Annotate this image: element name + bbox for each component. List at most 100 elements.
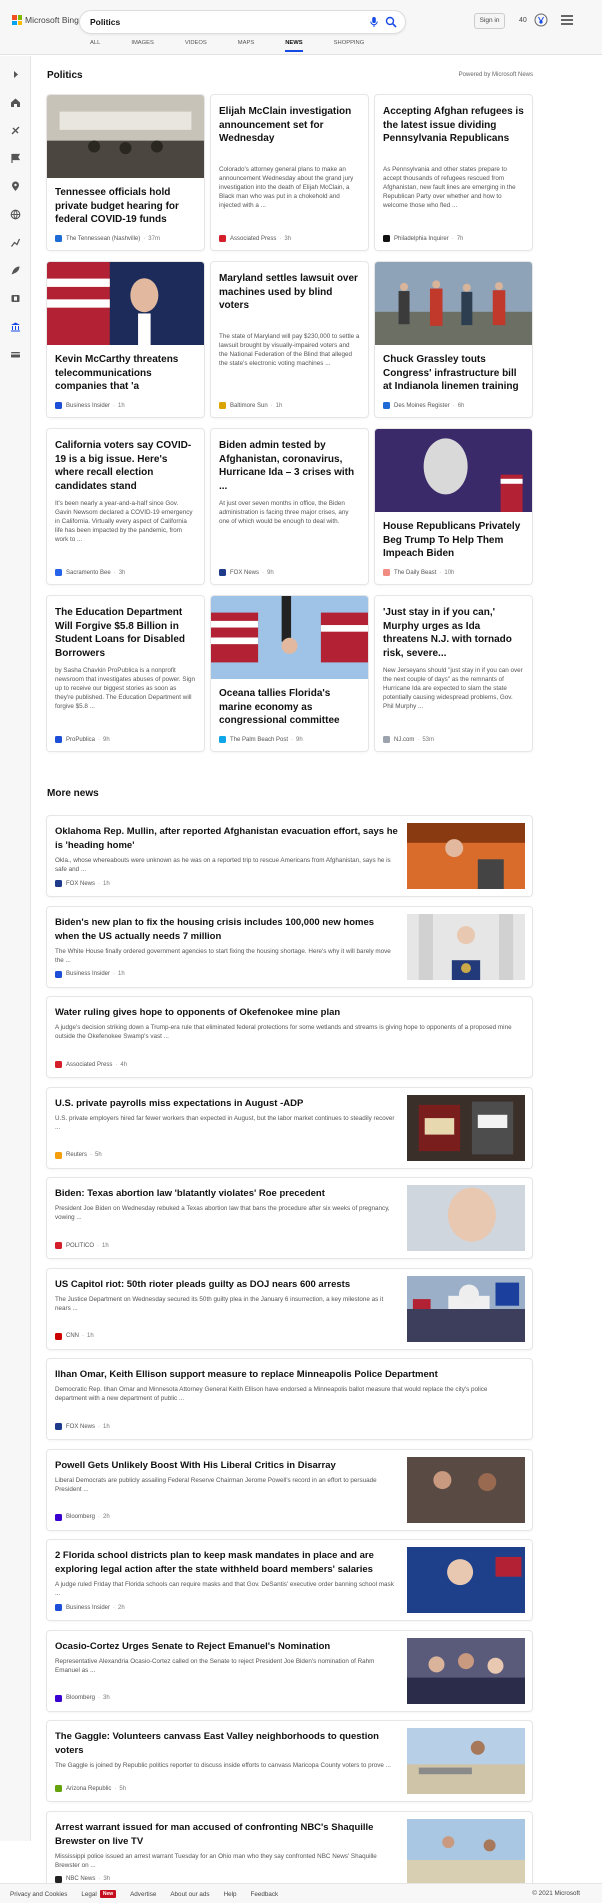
source-name[interactable]: Baltimore Sun bbox=[230, 403, 268, 409]
news-thumbnail[interactable] bbox=[407, 1728, 525, 1794]
headline[interactable]: Accepting Afghan refugees is the latest … bbox=[383, 105, 524, 146]
source-name[interactable]: Arizona Republic bbox=[66, 1786, 111, 1792]
news-thumbnail[interactable] bbox=[407, 1094, 525, 1161]
news-thumbnail[interactable] bbox=[407, 1818, 525, 1885]
rocket-icon[interactable] bbox=[10, 265, 21, 276]
news-thumbnail[interactable] bbox=[407, 913, 525, 980]
news-thumbnail[interactable] bbox=[375, 262, 532, 345]
source-name[interactable]: Reuters bbox=[66, 1152, 87, 1158]
news-thumbnail[interactable] bbox=[211, 596, 368, 679]
headline[interactable]: Kevin McCarthy threatens telecommunicati… bbox=[55, 353, 196, 394]
search-box[interactable]: Politics bbox=[80, 11, 405, 33]
tab-all[interactable]: ALL bbox=[90, 40, 100, 52]
news-card[interactable]: Tennessee officials hold private budget … bbox=[47, 95, 204, 250]
more-news-item[interactable]: Biden: Texas abortion law 'blatantly vio… bbox=[47, 1178, 532, 1258]
headline[interactable]: Arrest warrant issued for man accused of… bbox=[55, 1821, 400, 1849]
headline[interactable]: California voters say COVID-19 is a big … bbox=[55, 439, 196, 493]
news-card[interactable]: Maryland settles lawsuit over machines u… bbox=[211, 262, 368, 417]
flag-icon[interactable] bbox=[10, 153, 21, 164]
news-card[interactable]: House Republicans Privately Beg Trump To… bbox=[375, 429, 532, 584]
news-card[interactable]: Oceana tallies Florida's marine economy … bbox=[211, 596, 368, 751]
microphone-icon[interactable] bbox=[368, 16, 380, 28]
politics-capitol-icon[interactable] bbox=[10, 321, 21, 332]
source-name[interactable]: Business Insider bbox=[66, 1605, 110, 1611]
source-name[interactable]: Associated Press bbox=[66, 1062, 112, 1068]
source-name[interactable]: The Tennessean (Nashville) bbox=[66, 236, 140, 242]
news-thumbnail[interactable] bbox=[407, 1185, 525, 1251]
money-icon[interactable] bbox=[10, 349, 21, 360]
source-name[interactable]: Business Insider bbox=[66, 971, 110, 977]
tab-news[interactable]: NEWS bbox=[285, 40, 303, 52]
news-card[interactable]: Accepting Afghan refugees is the latest … bbox=[375, 95, 532, 250]
more-news-item[interactable]: 2 Florida school districts plan to keep … bbox=[47, 1540, 532, 1620]
news-card[interactable]: Chuck Grassley touts Congress' infrastru… bbox=[375, 262, 532, 417]
search-icon[interactable] bbox=[385, 16, 397, 28]
headline[interactable]: Maryland settles lawsuit over machines u… bbox=[219, 272, 360, 313]
more-news-item[interactable]: U.S. private payrolls miss expectations … bbox=[47, 1087, 532, 1168]
source-name[interactable]: NBC News bbox=[66, 1876, 95, 1882]
source-name[interactable]: POLITICO bbox=[66, 1243, 94, 1249]
news-card[interactable]: The Education Department Will Forgive $5… bbox=[47, 596, 204, 751]
rewards-medal-icon[interactable] bbox=[534, 13, 548, 27]
location-pin-icon[interactable] bbox=[10, 181, 21, 192]
more-news-item[interactable]: US Capitol riot: 50th rioter pleads guil… bbox=[47, 1268, 532, 1349]
news-thumbnail[interactable] bbox=[47, 262, 204, 345]
headline[interactable]: Ocasio-Cortez Urges Senate to Reject Ema… bbox=[55, 1640, 400, 1654]
headline[interactable]: US Capitol riot: 50th rioter pleads guil… bbox=[55, 1278, 400, 1292]
expand-chevron-icon[interactable] bbox=[10, 69, 21, 80]
source-name[interactable]: ProPublica bbox=[66, 737, 95, 743]
source-name[interactable]: Des Moines Register bbox=[394, 403, 450, 409]
source-name[interactable]: Philadelphia Inquirer bbox=[394, 236, 449, 242]
more-news-item[interactable]: Water ruling gives hope to opponents of … bbox=[47, 997, 532, 1077]
news-card[interactable]: California voters say COVID-19 is a big … bbox=[47, 429, 204, 584]
more-news-item[interactable]: Powell Gets Unlikely Boost With His Libe… bbox=[47, 1449, 532, 1530]
headline[interactable]: 2 Florida school districts plan to keep … bbox=[55, 1549, 400, 1577]
source-name[interactable]: FOX News bbox=[66, 1424, 95, 1430]
news-thumbnail[interactable] bbox=[407, 1275, 525, 1342]
rewards-points[interactable]: 40 bbox=[519, 17, 527, 24]
headline[interactable]: Oklahoma Rep. Mullin, after reported Afg… bbox=[55, 825, 400, 853]
source-name[interactable]: NJ.com bbox=[394, 737, 414, 743]
news-thumbnail[interactable] bbox=[407, 1637, 525, 1704]
search-input[interactable]: Politics bbox=[90, 17, 120, 27]
more-news-item[interactable]: The Gaggle: Volunteers canvass East Vall… bbox=[47, 1721, 532, 1801]
news-thumbnail[interactable] bbox=[407, 1547, 525, 1613]
footer-link-help[interactable]: Help bbox=[224, 1890, 237, 1898]
sign-in-button[interactable]: Sign in bbox=[474, 13, 505, 29]
headline[interactable]: Biden admin tested by Afghanistan, coron… bbox=[219, 439, 360, 493]
tab-shopping[interactable]: SHOPPING bbox=[334, 40, 365, 52]
more-news-item[interactable]: Ilhan Omar, Keith Ellison support measur… bbox=[47, 1359, 532, 1439]
tab-videos[interactable]: VIDEOS bbox=[185, 40, 207, 52]
tab-images[interactable]: IMAGES bbox=[131, 40, 154, 52]
headline[interactable]: Elijah McClain investigation announcemen… bbox=[219, 105, 360, 146]
headline[interactable]: Water ruling gives hope to opponents of … bbox=[55, 1006, 515, 1020]
source-name[interactable]: CNN bbox=[66, 1333, 79, 1339]
headline[interactable]: Ilhan Omar, Keith Ellison support measur… bbox=[55, 1368, 515, 1382]
source-name[interactable]: Bloomberg bbox=[66, 1695, 95, 1701]
source-name[interactable]: Bloomberg bbox=[66, 1514, 95, 1520]
headline[interactable]: Oceana tallies Florida's marine economy … bbox=[219, 687, 360, 728]
source-name[interactable]: Associated Press bbox=[230, 236, 276, 242]
footer-link-feedback[interactable]: Feedback bbox=[251, 1890, 279, 1898]
news-card[interactable]: Elijah McClain investigation announcemen… bbox=[211, 95, 368, 250]
bing-logo[interactable]: Microsoft Bing bbox=[12, 15, 79, 25]
source-name[interactable]: FOX News bbox=[230, 570, 259, 576]
source-name[interactable]: The Daily Beast bbox=[394, 570, 436, 576]
headline[interactable]: The Education Department Will Forgive $5… bbox=[55, 606, 196, 660]
news-thumbnail[interactable] bbox=[407, 1456, 525, 1523]
footer-link-legal[interactable]: Legal New bbox=[81, 1890, 117, 1898]
footer-link-about-our-ads[interactable]: About our ads bbox=[170, 1890, 209, 1898]
headline[interactable]: House Republicans Privately Beg Trump To… bbox=[383, 520, 524, 561]
news-thumbnail[interactable] bbox=[47, 95, 204, 178]
film-icon[interactable] bbox=[10, 293, 21, 304]
home-icon[interactable] bbox=[10, 97, 21, 108]
source-name[interactable]: FOX News bbox=[66, 881, 95, 887]
headline[interactable]: 'Just stay in if you can,' Murphy urges … bbox=[383, 606, 524, 660]
more-news-item[interactable]: Ocasio-Cortez Urges Senate to Reject Ema… bbox=[47, 1630, 532, 1711]
news-card[interactable]: Biden admin tested by Afghanistan, coron… bbox=[211, 429, 368, 584]
more-news-item[interactable]: Oklahoma Rep. Mullin, after reported Afg… bbox=[47, 816, 532, 896]
headline[interactable]: The Gaggle: Volunteers canvass East Vall… bbox=[55, 1730, 400, 1758]
news-card[interactable]: Kevin McCarthy threatens telecommunicati… bbox=[47, 262, 204, 417]
chart-icon[interactable] bbox=[10, 237, 21, 248]
headline[interactable]: Tennessee officials hold private budget … bbox=[55, 186, 196, 227]
